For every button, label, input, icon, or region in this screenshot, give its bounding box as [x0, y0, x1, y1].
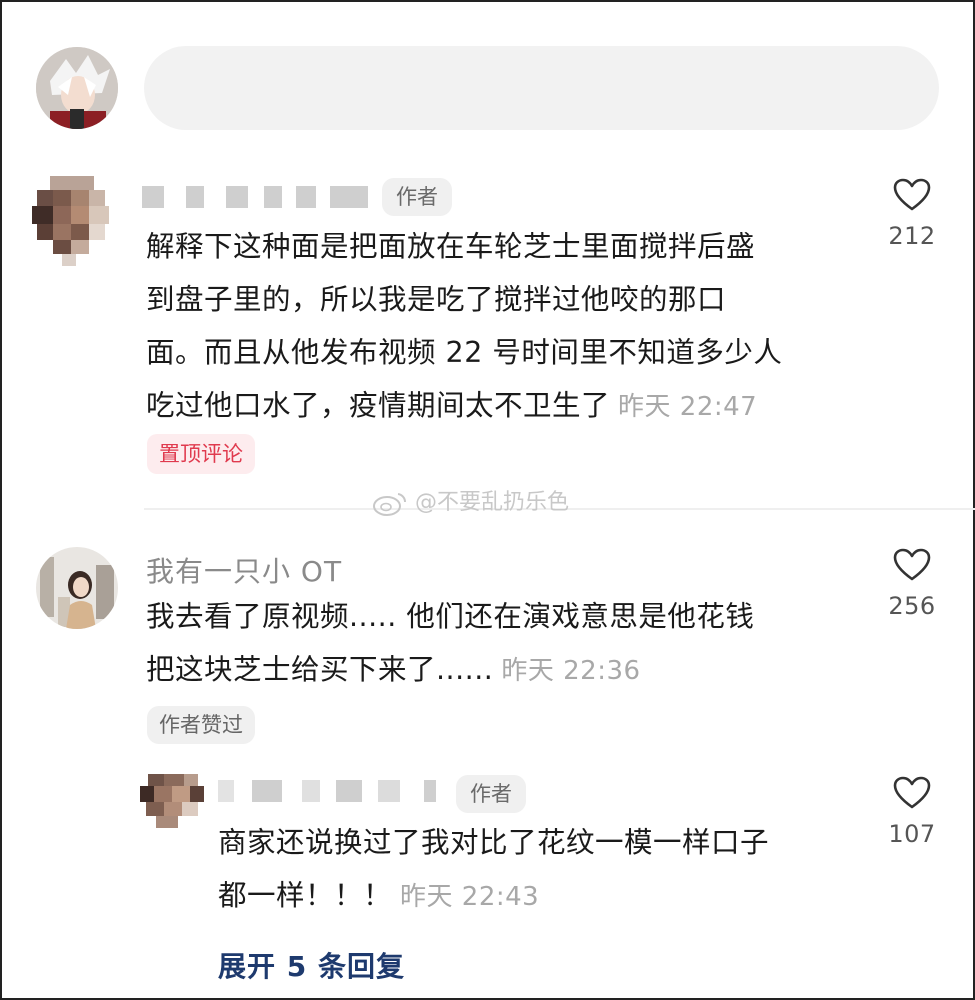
like-count: 256	[888, 592, 936, 620]
current-user-avatar[interactable]	[36, 47, 118, 129]
like-button[interactable]: 107	[877, 776, 947, 848]
reply-text: 商家还说换过了我对比了花纹一模一样口子 都一样！！！ 昨天 22:43	[218, 826, 770, 912]
pinned-comment-badge: 置顶评论	[147, 434, 255, 474]
author-tag: 作者	[456, 775, 526, 813]
watermark: @不要乱扔乐色	[372, 484, 569, 516]
comment-time: 昨天 22:47	[618, 392, 758, 422]
comment-time: 昨天 22:43	[400, 882, 540, 912]
commenter-avatar[interactable]	[36, 547, 118, 629]
reply-avatar-mosaic[interactable]	[140, 774, 204, 828]
commenter-avatar-mosaic[interactable]	[32, 176, 112, 266]
heart-outline-icon	[893, 178, 931, 211]
like-button[interactable]: 256	[877, 548, 947, 620]
heart-outline-icon	[893, 776, 931, 809]
username[interactable]: 我有一只小 OT	[146, 550, 342, 590]
like-button[interactable]: 212	[877, 178, 947, 250]
comment-time: 昨天 22:36	[501, 656, 641, 686]
comment-input[interactable]	[144, 46, 939, 130]
like-count: 212	[888, 222, 936, 250]
comment-text: 解释下这种面是把面放在车轮芝士里面搅拌后盛 到盘子里的，所以我是吃了搅拌过他咬的…	[146, 230, 783, 422]
author-liked-badge: 作者赞过	[147, 706, 255, 744]
username-blurred[interactable]	[142, 186, 372, 208]
heart-outline-icon	[893, 548, 931, 581]
author-tag: 作者	[382, 178, 452, 216]
comment-text: 我去看了原视频..... 他们还在演戏意思是他花钱 把这块芝士给买下来了....…	[146, 600, 755, 686]
expand-replies-button[interactable]: 展开 5 条回复	[218, 945, 405, 985]
username-blurred[interactable]	[218, 780, 438, 802]
weibo-logo-icon	[373, 493, 407, 516]
like-count: 107	[888, 820, 936, 848]
